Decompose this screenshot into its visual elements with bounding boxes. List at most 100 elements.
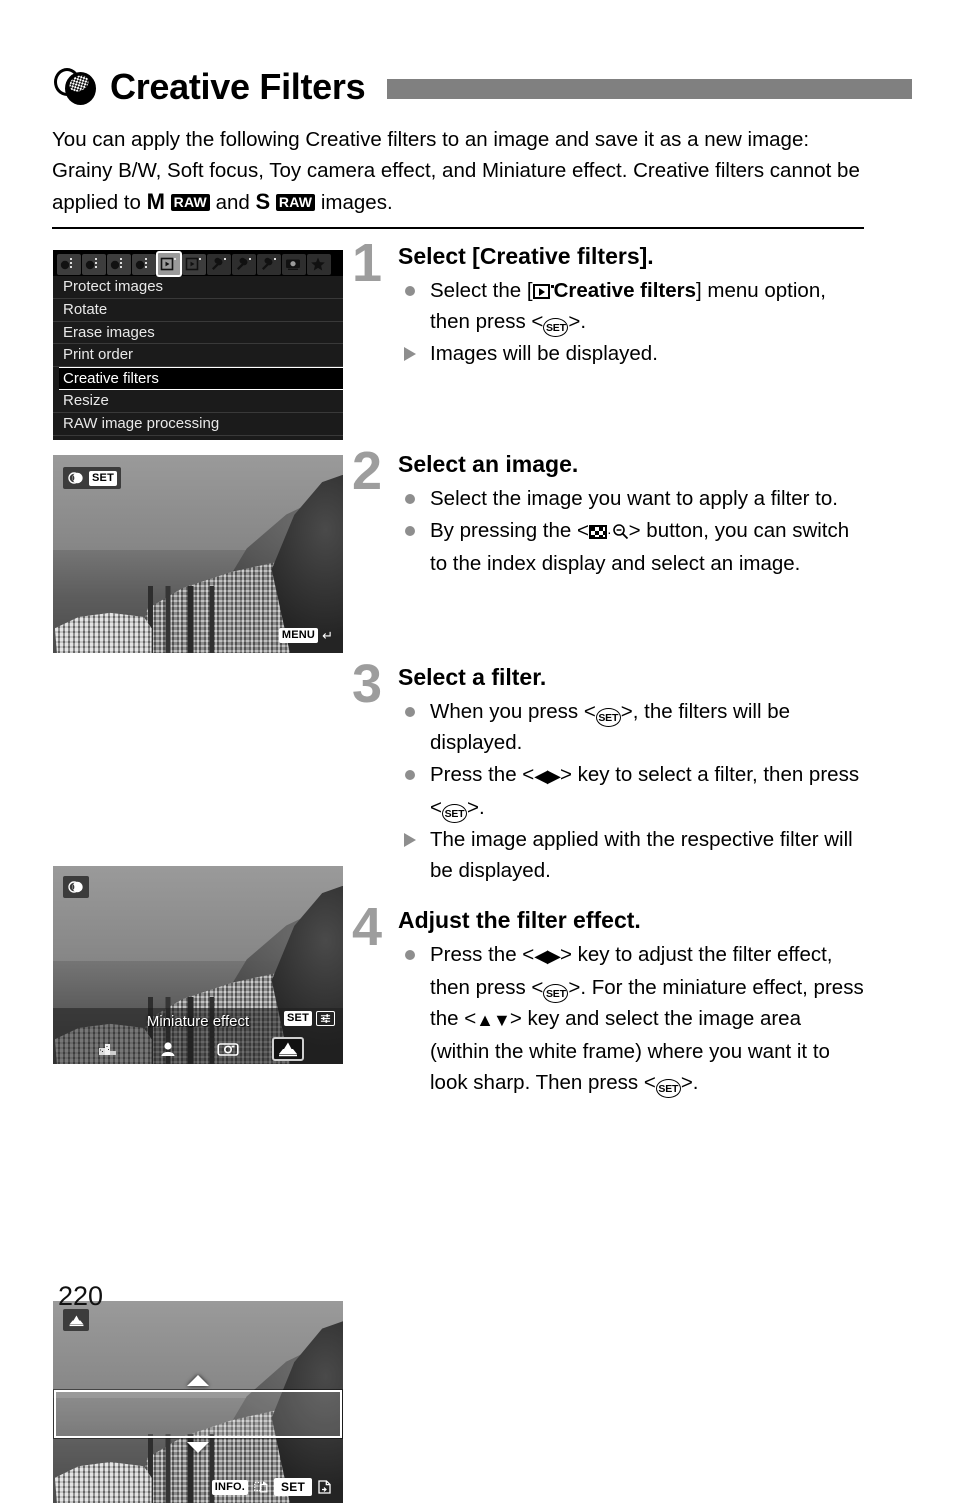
bullet-item: Press the <◀▶> key to select a filter, t… [398, 759, 864, 823]
menu-tab-playback-1[interactable] [156, 251, 182, 277]
menu-item[interactable]: Creative filters [59, 367, 343, 390]
adjust-effect-screenshot: INFO. SET [53, 1301, 343, 1503]
filter-mode-badge [63, 876, 89, 898]
down-arrow-icon[interactable] [187, 1442, 209, 1454]
miniature-effect-filter[interactable] [272, 1037, 304, 1061]
horizontal-divider [52, 227, 864, 229]
menu-return-badge: MENU ↵ [278, 628, 333, 643]
menu-tab-shooting-2[interactable] [82, 253, 106, 275]
set-chip: SET [284, 1011, 312, 1026]
bullet-dot-icon [405, 493, 415, 504]
grainy-bw-filter[interactable] [93, 1038, 123, 1060]
menu-tab-setup-2[interactable] [232, 253, 256, 275]
bullet-item: By pressing the < · > button, you can swit… [398, 515, 864, 579]
step-title: Adjust the filter effect. [398, 907, 641, 933]
set-chip: SET [89, 470, 117, 486]
intro-conjunction: and [209, 191, 256, 214]
raw-chip-s: RAW [275, 194, 316, 211]
step-1: 1 Select [Creative filters]. Select the … [352, 236, 864, 370]
bullet-text: Select the [ [430, 278, 533, 302]
bullet-triangle-icon [404, 832, 416, 847]
menu-item[interactable]: Protect images [53, 276, 343, 299]
up-down-key-icon: ▲▼ [476, 1009, 511, 1030]
mraw-size-letter: M [146, 189, 165, 214]
bullet-text: By pressing the < [430, 518, 589, 542]
menu-chip: MENU [278, 628, 319, 643]
menu-item[interactable]: Erase images [53, 322, 343, 345]
set-button-icon: SET [543, 983, 569, 1003]
menu-item[interactable]: Resize [53, 390, 343, 413]
bullet-text: The image applied with the respective fi… [430, 827, 853, 882]
bullet-triangle-icon [404, 346, 416, 361]
intro-paragraph: You can apply the following Creative fil… [52, 124, 864, 218]
menu-tab-my-menu[interactable] [307, 253, 331, 275]
menu-tab-bar [53, 250, 343, 277]
bullet-text: When you press < [430, 699, 596, 723]
up-arrow-icon[interactable] [187, 1374, 209, 1386]
set-button-icon: SET [441, 803, 467, 823]
index-magnify-button-icon: · [588, 519, 629, 542]
creative-filters-icon [52, 64, 98, 110]
soft-focus-filter[interactable] [153, 1038, 183, 1060]
adjust-bottom-badges: INFO. SET [211, 1478, 331, 1496]
set-chip: SET [274, 1478, 312, 1496]
raw-chip-m: RAW [170, 194, 210, 211]
set-button-icon: SET [543, 317, 569, 337]
menu-item[interactable]: Print order [53, 344, 343, 368]
sharp-area-frame[interactable] [54, 1389, 342, 1439]
menu-tab-custom-functions[interactable] [282, 253, 306, 275]
bullet-item: Select the image you want to apply a fil… [398, 483, 864, 514]
filter-selection-bar: Miniature effect SET [53, 1008, 343, 1064]
menu-item[interactable]: Rotate [53, 299, 343, 322]
step-number: 2 [352, 441, 383, 501]
intro-text-part2: images. [315, 191, 393, 214]
sliders-icon [316, 1011, 335, 1026]
set-button-icon: SET [595, 707, 621, 727]
menu-tab-shooting-4[interactable] [132, 253, 156, 275]
menu-item-list: Protect images Rotate Erase images Print or… [53, 276, 343, 436]
step-number: 1 [352, 233, 383, 293]
menu-tab-setup-3[interactable] [257, 253, 281, 275]
bullet-item: Images will be displayed. [398, 338, 864, 369]
page-title: Creative Filters [110, 66, 366, 107]
bullet-text: Press the < [430, 942, 535, 966]
bullet-item: When you press < SET >, the filters will b… [398, 696, 864, 758]
step-3: 3 Select a filter. When you press < SET >,… [352, 657, 864, 887]
filter-set-badge: SET [63, 467, 121, 489]
bullet-dot-icon [405, 706, 415, 717]
menu-tab-playback-2[interactable] [182, 253, 206, 275]
select-filter-screenshot: Miniature effect SET [53, 866, 343, 1064]
creative-filters-icon [67, 878, 85, 896]
step-bullets: Press the <◀▶> key to adjust the filter … [398, 939, 864, 1098]
filter-icon-row[interactable] [53, 1037, 343, 1061]
step-number: 3 [352, 654, 383, 714]
camera-menu-screenshot: Protect images Rotate Erase images Print or… [53, 250, 343, 440]
info-chip: INFO. [211, 1479, 249, 1495]
bullet-text: >. [568, 309, 587, 333]
bullet-text: Select the image you want to apply a fil… [430, 486, 838, 510]
miniature-effect-badge [63, 1309, 89, 1331]
bullet-dot-icon [405, 769, 415, 780]
step-bullets: Select the [Creative filters] menu optio… [398, 275, 864, 369]
return-arrow-icon: ↵ [322, 628, 333, 643]
menu-tab-shooting-1[interactable] [57, 253, 81, 275]
step-title: Select a filter. [398, 664, 547, 690]
select-image-screenshot: SET MENU ↵ [53, 455, 343, 653]
menu-item[interactable]: RAW image processing [53, 413, 343, 436]
header-accent-bar [387, 79, 912, 99]
menu-tab-shooting-3[interactable] [107, 253, 131, 275]
filter-set-adjust-badge: SET [284, 1011, 335, 1026]
bullet-text: >. [466, 795, 485, 819]
creative-filters-icon [67, 469, 85, 487]
bullet-item: Press the <◀▶> key to adjust the filter … [398, 939, 864, 1098]
bullet-text: >. [680, 1070, 699, 1094]
miniature-effect-icon [67, 1311, 85, 1329]
step-title: Select an image. [398, 451, 579, 477]
playback-tab-icon [532, 279, 554, 302]
menu-tab-setup-1[interactable] [207, 253, 231, 275]
sraw-size-letter: S [255, 189, 271, 214]
toy-camera-filter[interactable] [213, 1038, 243, 1060]
step-4: 4 Adjust the filter effect. Press the <◀… [352, 900, 864, 1099]
bullet-text: Press the < [430, 762, 535, 786]
bullet-text: Images will be displayed. [430, 341, 658, 365]
